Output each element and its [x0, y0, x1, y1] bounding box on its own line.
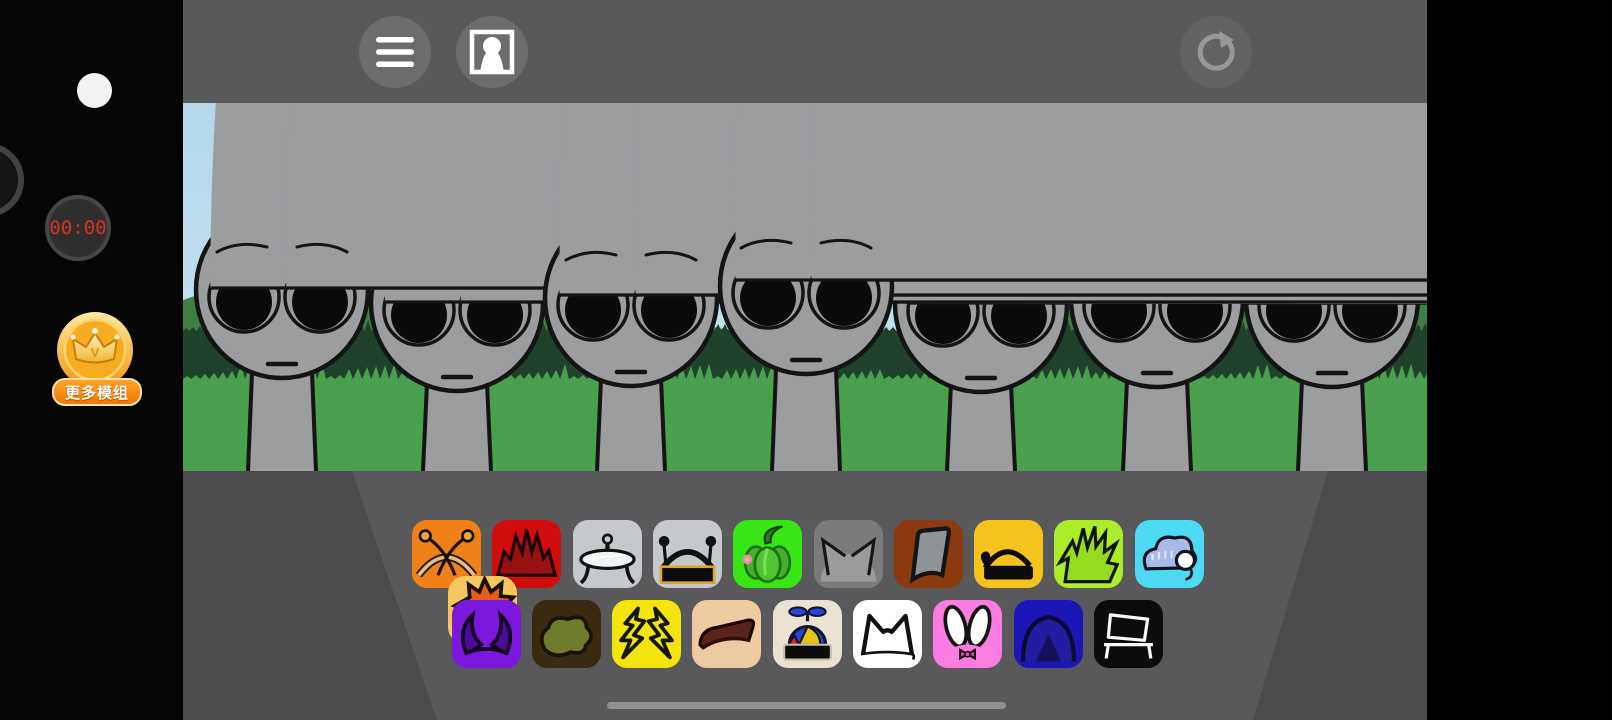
palette-scrollbar[interactable] — [607, 702, 1006, 709]
character-select-button[interactable] — [456, 16, 528, 88]
sound-icon-tilted-hat[interactable] — [894, 520, 963, 588]
sound-icon-antenna-board[interactable] — [653, 520, 722, 588]
sound-icon-green-spikes[interactable] — [1054, 520, 1123, 588]
portrait-icon — [462, 22, 522, 82]
sound-icon-moss[interactable] — [532, 600, 601, 668]
menu-button[interactable] — [359, 16, 431, 88]
green-spikes-icon — [1054, 520, 1123, 588]
svg-text:V: V — [91, 345, 100, 360]
sound-icon-bench[interactable] — [1094, 600, 1163, 668]
game-screen: 00:00 V 更多模组 — [0, 0, 1612, 720]
sound-icon-dome-bar[interactable] — [974, 520, 1043, 588]
left-sidebar: 00:00 V 更多模组 — [0, 0, 183, 720]
stage — [183, 0, 1427, 720]
sound-icon-cat-ears[interactable] — [814, 520, 883, 588]
hamburger-icon — [365, 22, 425, 82]
more-mods-badge[interactable]: 更多模组 — [52, 378, 142, 406]
scene-canvas — [183, 103, 1427, 471]
sound-icon-pepper[interactable] — [733, 520, 802, 588]
sound-selection-panel — [183, 471, 1427, 720]
sound-icon-bunny-ears[interactable] — [933, 600, 1002, 668]
timer-value: 00:00 — [49, 217, 106, 239]
sound-icon-cat-hood[interactable] — [853, 600, 922, 668]
sound-icon-cloud[interactable] — [1135, 520, 1204, 588]
sound-icon-lightning[interactable] — [612, 600, 681, 668]
antenna-board-icon — [653, 520, 722, 588]
light-trapezoid — [183, 471, 1427, 720]
pepper-icon — [733, 520, 802, 588]
tilted-hat-icon — [894, 520, 963, 588]
bunny-ears-icon — [933, 600, 1002, 668]
table-icon — [573, 520, 642, 588]
cloud-icon — [1135, 520, 1204, 588]
sound-icon-devil-horns[interactable] — [452, 600, 521, 668]
sound-icon-propeller-cap[interactable] — [773, 600, 842, 668]
refresh-icon — [1186, 22, 1246, 82]
more-mods-button[interactable]: V 更多模组 — [50, 308, 145, 408]
reset-button[interactable] — [1180, 16, 1252, 88]
top-bar — [183, 0, 1427, 103]
sound-icon-brim-hat[interactable] — [692, 600, 761, 668]
moss-icon — [532, 600, 601, 668]
devil-horns-icon — [452, 600, 521, 668]
edge-handle[interactable] — [0, 143, 24, 217]
sound-icon-hood[interactable] — [1014, 600, 1083, 668]
propeller-cap-icon — [773, 600, 842, 668]
cat-ears-icon — [814, 520, 883, 588]
hood-icon — [1014, 600, 1083, 668]
lightning-icon — [612, 600, 681, 668]
cat-hood-icon — [853, 600, 922, 668]
timer-display: 00:00 — [45, 195, 111, 261]
brim-hat-icon — [692, 600, 761, 668]
bench-icon — [1094, 600, 1163, 668]
sound-icon-table[interactable] — [573, 520, 642, 588]
record-indicator-dot — [77, 73, 112, 108]
dome-bar-icon — [974, 520, 1043, 588]
